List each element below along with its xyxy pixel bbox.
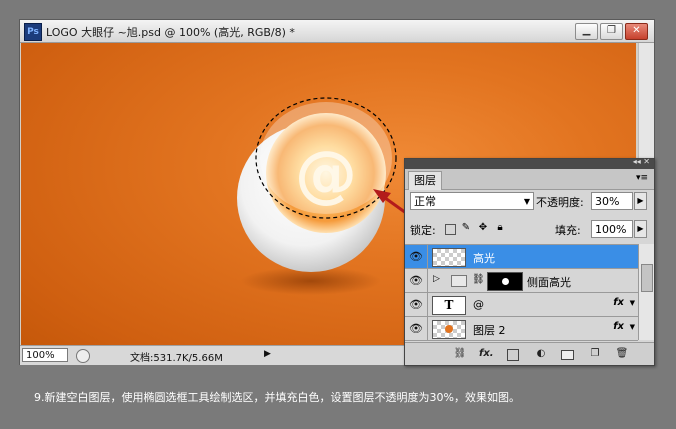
- lock-transparent-icon[interactable]: [445, 224, 456, 235]
- chevron-down-icon: ▼: [523, 197, 530, 206]
- lock-position-move-icon[interactable]: ✥: [477, 222, 489, 234]
- scroll-thumb[interactable]: [641, 264, 653, 292]
- eye-icon[interactable]: 👁︎: [405, 293, 428, 316]
- eye-icon[interactable]: 👁︎: [405, 245, 428, 268]
- lock-all-icon[interactable]: 🔒︎: [494, 222, 506, 234]
- fill-slider-arrow-icon[interactable]: ▶: [634, 220, 647, 238]
- minimize-button[interactable]: ▁: [575, 23, 598, 40]
- text-layer-icon: T: [432, 296, 466, 315]
- status-menu-arrow-icon[interactable]: ▶: [264, 349, 271, 359]
- link-layers-icon[interactable]: ⛓︎: [453, 347, 467, 361]
- chevron-down-icon[interactable]: ▼: [630, 299, 635, 307]
- document-info: 文档:531.7K/5.66M: [130, 353, 223, 364]
- restore-button[interactable]: ❐: [600, 23, 623, 40]
- panel-header-strip: ◂◂ ✕: [405, 157, 654, 169]
- fx-icon[interactable]: fx: [613, 321, 624, 332]
- document-titlebar[interactable]: Ps LOGO 大眼仔 ~旭.psd @ 100% (高光, RGB/8) * …: [20, 20, 654, 43]
- panel-footer: ⛓︎ fx. ◐ ❐ 🗑︎: [405, 342, 654, 365]
- opacity-input[interactable]: 30%: [591, 192, 633, 210]
- adjustment-layer-icon[interactable]: ◐: [534, 347, 548, 361]
- close-button[interactable]: ✕: [625, 23, 648, 40]
- layer-row-layer-2[interactable]: 👁︎ 图层 2 fx ▼: [405, 317, 638, 341]
- lock-image-brush-icon[interactable]: ✎: [460, 222, 472, 234]
- layer-row-at-text[interactable]: 👁︎ T @ fx ▼: [405, 293, 638, 317]
- highlight-fill: [260, 102, 392, 214]
- layer-name: 图层 2: [473, 324, 506, 337]
- tutorial-caption: 9.新建空白图层，使用椭圆选框工具绘制选区，并填充白色，设置图层不透明度为30%…: [34, 391, 520, 404]
- layers-list: 👁︎ 高光 👁︎ ▷ ⛓︎ 侧面高光 👁︎ T @ fx ▼ 👁︎ 图层 2 f…: [405, 244, 638, 341]
- layers-panel: ◂◂ ✕ 图层 ▾≡ 正常 ▼ 不透明度: 30% ▶ 锁定: ✎ ✥ 🔒︎ 填…: [404, 157, 655, 366]
- folder-icon: [451, 275, 467, 287]
- fill-input[interactable]: 100%: [591, 220, 633, 238]
- add-mask-icon[interactable]: [507, 349, 519, 361]
- trash-icon[interactable]: 🗑︎: [615, 347, 629, 361]
- document-title: LOGO 大眼仔 ~旭.psd @ 100% (高光, RGB/8) *: [46, 26, 295, 39]
- opacity-label: 不透明度:: [536, 196, 584, 209]
- lock-label: 锁定:: [410, 224, 436, 237]
- blend-mode-select[interactable]: 正常 ▼: [410, 192, 534, 210]
- layer-name: 侧面高光: [527, 276, 571, 289]
- lock-row: 锁定: ✎ ✥ 🔒︎ 填充: 100% ▶: [405, 219, 654, 241]
- fx-icon[interactable]: fx: [613, 297, 624, 308]
- eye-icon[interactable]: 👁︎: [405, 317, 428, 340]
- status-info-icon[interactable]: [76, 349, 90, 363]
- fill-label: 填充:: [555, 224, 581, 237]
- blend-mode-value: 正常: [414, 195, 436, 208]
- blend-row: 正常 ▼ 不透明度: 30% ▶: [405, 192, 654, 214]
- zoom-field[interactable]: 100%: [22, 348, 68, 362]
- tab-layers[interactable]: 图层: [408, 171, 442, 190]
- layer-thumbnail: [432, 248, 466, 267]
- photoshop-icon: Ps: [24, 23, 42, 41]
- eye-icon[interactable]: 👁︎: [405, 269, 428, 292]
- layers-scrollbar[interactable]: [638, 244, 654, 340]
- panel-collapse-icon[interactable]: ◂◂ ✕: [633, 157, 650, 166]
- panel-tabbar: 图层 ▾≡: [405, 169, 654, 190]
- chevron-down-icon[interactable]: ▼: [630, 323, 635, 331]
- opacity-slider-arrow-icon[interactable]: ▶: [634, 192, 647, 210]
- layer-row-side-highlight-group[interactable]: 👁︎ ▷ ⛓︎ 侧面高光: [405, 269, 638, 293]
- layer-name: 高光: [473, 252, 495, 265]
- layer-name: @: [473, 298, 484, 311]
- layer-row-highlight[interactable]: 👁︎ 高光: [405, 245, 638, 269]
- layer-mask-thumbnail[interactable]: [487, 272, 523, 291]
- panel-menu-icon[interactable]: ▾≡: [636, 173, 648, 183]
- fx-icon[interactable]: fx.: [479, 347, 494, 361]
- new-layer-icon[interactable]: ❐: [588, 347, 602, 361]
- link-icon[interactable]: ⛓︎: [472, 274, 485, 285]
- expand-triangle-icon[interactable]: ▷: [433, 274, 440, 284]
- layer-thumbnail: [432, 320, 466, 339]
- new-group-folder-icon[interactable]: [561, 350, 574, 360]
